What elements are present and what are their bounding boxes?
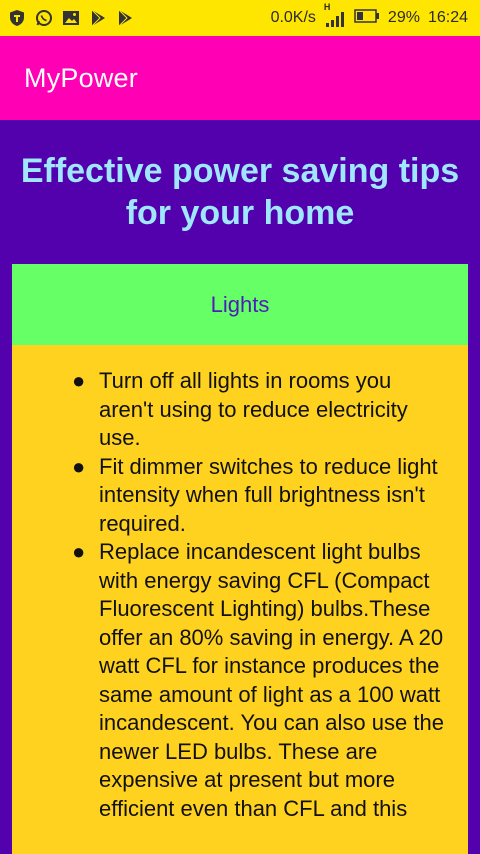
headline-line-1: Effective power saving tips xyxy=(20,152,460,190)
main-content[interactable]: Effective power saving tips for your hom… xyxy=(0,120,480,854)
section-header-lights[interactable]: Lights xyxy=(12,264,468,345)
bullet-icon: ● xyxy=(72,539,86,564)
tip-text: Turn off all lights in rooms you aren't … xyxy=(99,368,408,450)
app-bar: MyPower xyxy=(0,36,480,120)
section-title: Lights xyxy=(210,291,270,317)
shield-icon xyxy=(8,9,26,27)
app-title: MyPower xyxy=(24,62,138,93)
tips-list: ● Turn off all lights in rooms you aren'… xyxy=(72,367,448,823)
status-bar: 0.0K/s H 29% 16:24 xyxy=(0,0,480,36)
clock: 16:24 xyxy=(427,9,468,26)
battery-percent: 29% xyxy=(387,9,420,26)
notification-icons xyxy=(8,9,134,27)
list-item: ● Turn off all lights in rooms you aren'… xyxy=(72,367,448,453)
system-status: 0.0K/s H 29% 16:24 xyxy=(270,2,468,28)
network-speed: 0.0K/s xyxy=(270,9,316,26)
image-icon xyxy=(62,9,80,27)
battery-icon xyxy=(354,8,380,28)
tip-text: Fit dimmer switches to reduce light inte… xyxy=(99,453,438,536)
headline-line-2: for your home xyxy=(125,194,355,232)
play-store-icon xyxy=(89,9,107,27)
bullet-icon: ● xyxy=(72,453,86,479)
bullet-icon: ● xyxy=(72,368,86,393)
list-item: ● Fit dimmer switches to reduce light in… xyxy=(72,453,448,539)
signal-icon: H xyxy=(324,2,346,28)
play-store-icon xyxy=(116,9,134,27)
tip-text: Replace incandescent light bulbs with en… xyxy=(99,539,444,821)
list-item: ● Replace incandescent light bulbs with … xyxy=(72,538,448,823)
section-body-lights: ● Turn off all lights in rooms you aren'… xyxy=(12,345,468,854)
whatsapp-icon xyxy=(35,9,53,27)
page-headline: Effective power saving tips for your hom… xyxy=(0,150,480,234)
